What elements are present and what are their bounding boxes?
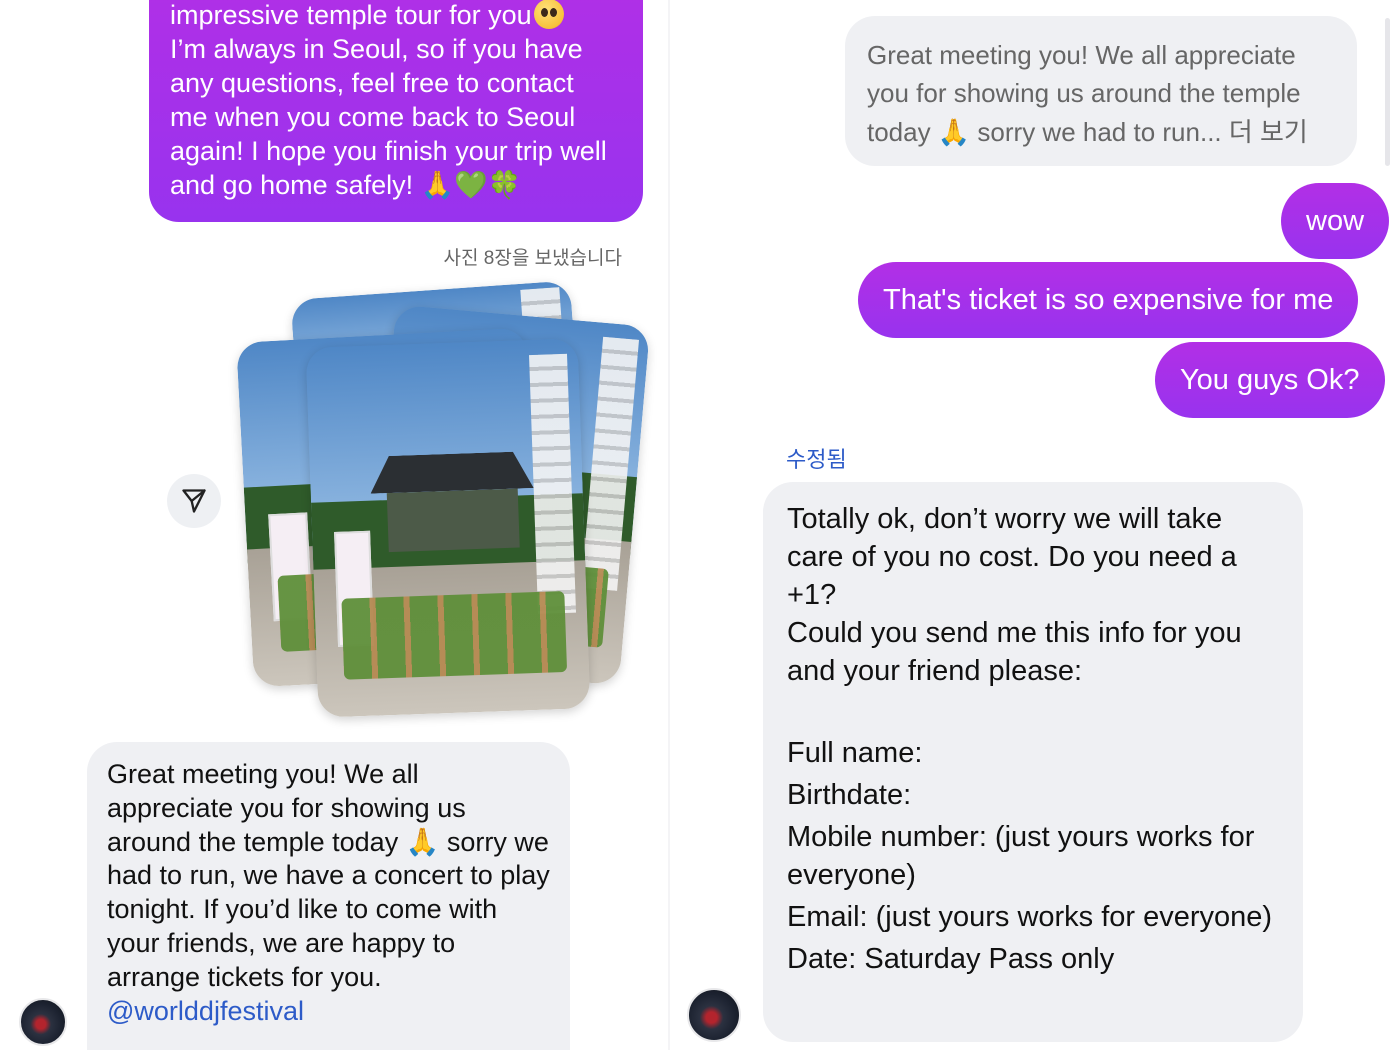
message-paragraph: Totally ok, don’t worry we will take car… [787,503,1237,611]
form-field-line: Birthdate: [787,779,912,811]
paper-plane-icon [182,489,206,513]
temple-photo-thumbnail[interactable] [305,338,591,718]
emoji-trail: 🙏💚🍀 [420,170,522,200]
photo-stack[interactable] [236,280,651,718]
pleading-face-emoji-icon [533,0,564,29]
quoted-line: today 🙏 sorry we had to run... 더 보기 [867,116,1308,147]
mention-link[interactable]: @worlddjfestival [107,996,304,1026]
form-field-line: Email: (just yours works for everyone) [787,901,1273,933]
scrollbar[interactable] [1385,18,1390,166]
message-line: any questions, feel free to contact [170,68,574,98]
avatar[interactable] [687,988,741,1042]
received-message-bubble[interactable]: Great meeting you! We all appreciate you… [87,742,570,1050]
quoted-message-bubble[interactable]: Great meeting you! We all appreciate you… [845,16,1357,166]
message-line: and go home safely! 🙏💚🍀 [170,170,522,200]
form-field-line: Mobile number: (just yours works for eve… [787,821,1255,891]
avatar[interactable] [19,998,67,1046]
photo-count-caption: 사진 8장을 보냈습니다 [443,248,622,269]
share-button[interactable] [167,474,221,528]
quoted-line: you for showing us around the temple [867,78,1301,109]
quoted-line: Great meeting you! We all appreciate [867,40,1296,70]
edited-label: 수정됨 [786,447,847,472]
message-line: again! I hope you finish your trip well [170,136,607,166]
sent-message-bubble[interactable]: You guys Ok? [1155,342,1385,418]
message-line: me when you come back to Seoul [170,102,576,132]
left-chat-pane: impressive temple tour for you I’m alway… [0,0,668,1050]
received-message-bubble[interactable]: Totally ok, don’t worry we will take car… [763,482,1303,1042]
message-line: impressive temple tour for you [170,0,623,32]
sent-message-bubble[interactable]: impressive temple tour for you I’m alway… [149,0,643,222]
sent-message-bubble[interactable]: That's ticket is so expensive for me [858,262,1359,338]
right-chat-pane: Great meeting you! We all appreciate you… [670,0,1400,1050]
form-field-line: Date: Saturday Pass only [787,943,1115,975]
message-paragraph: Could you send me this info for you and … [787,617,1242,687]
form-field-line: Full name: [787,737,923,769]
sent-message-bubble[interactable]: wow [1281,183,1390,259]
message-text: Great meeting you! We all appreciate you… [107,759,550,992]
message-line: I’m always in Seoul, so if you have [170,34,583,64]
